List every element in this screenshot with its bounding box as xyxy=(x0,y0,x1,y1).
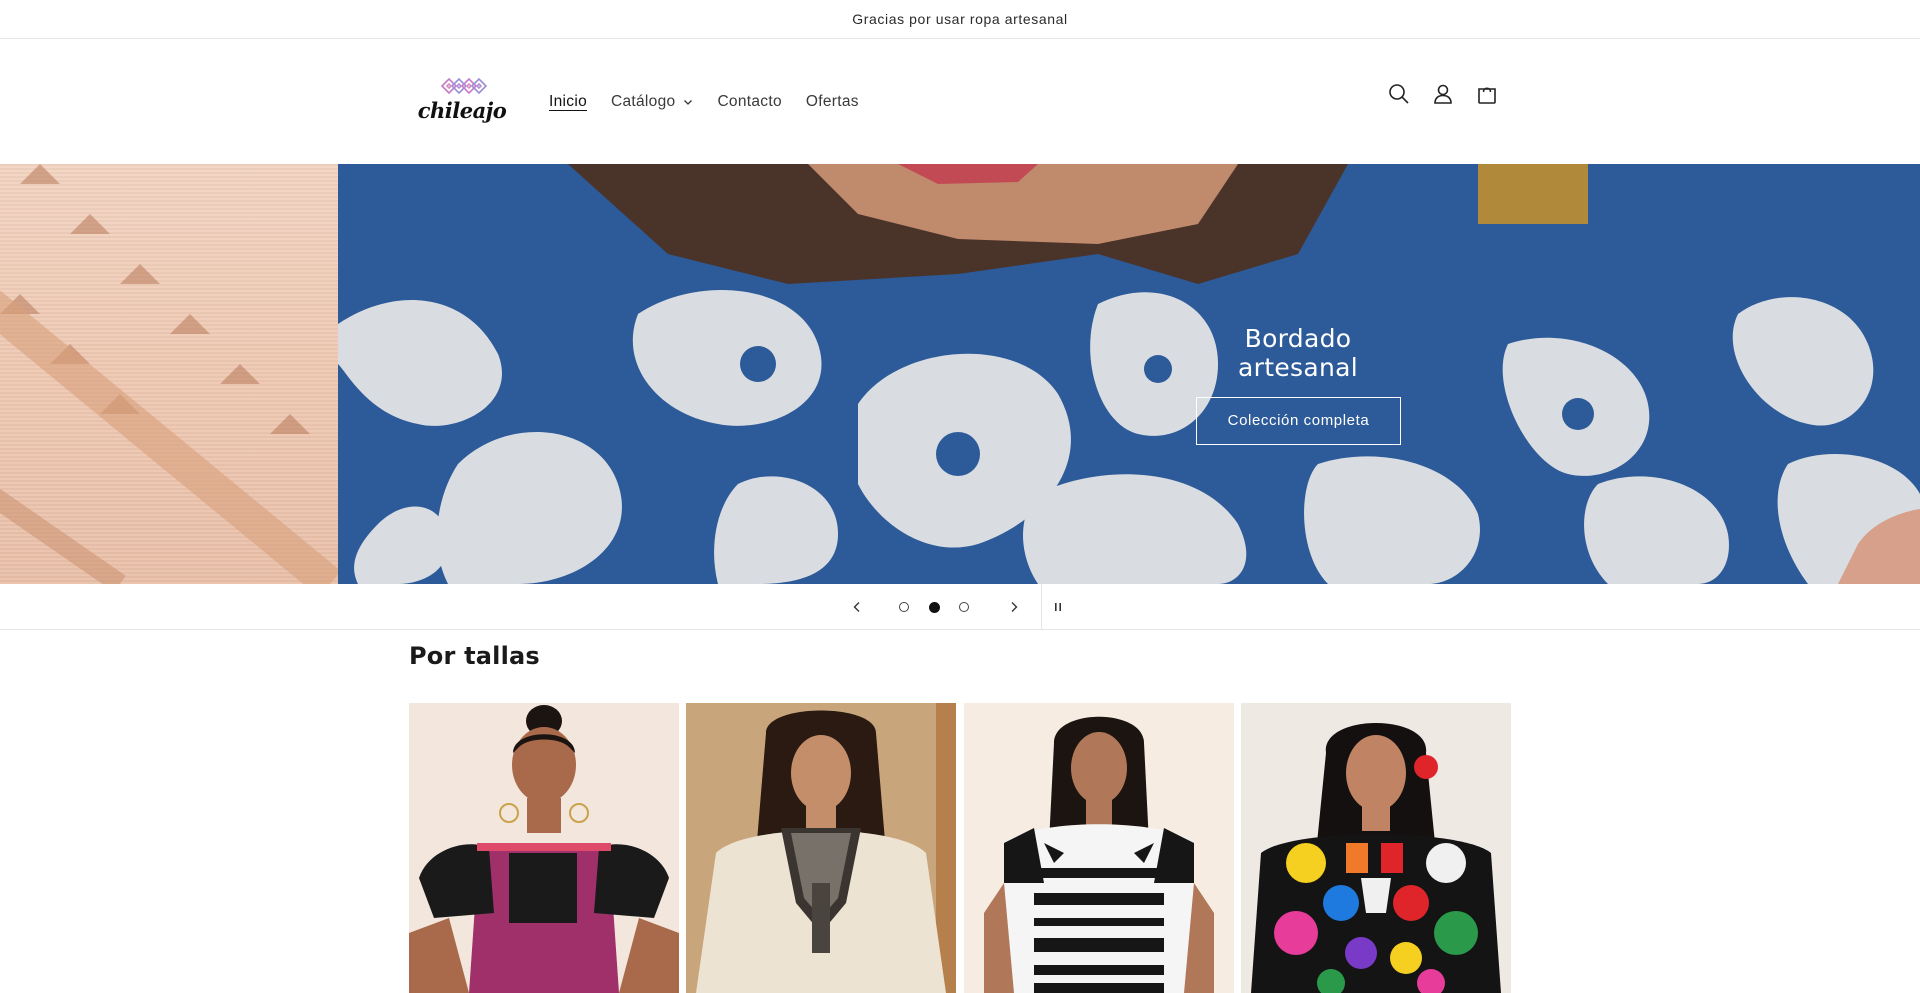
slider-dot-2[interactable] xyxy=(924,584,944,630)
hero-prev-slide-image xyxy=(0,164,341,584)
size-collection-grid xyxy=(409,703,1511,993)
nav-item-contacto[interactable]: Contacto xyxy=(717,93,781,111)
hero-title: Bordado artesanal xyxy=(1238,324,1358,382)
slider-pause-button[interactable] xyxy=(1046,584,1070,630)
slider-dot-3[interactable] xyxy=(954,584,974,630)
chevron-down-icon xyxy=(684,99,693,105)
account-icon[interactable] xyxy=(1428,79,1458,109)
nav-item-inicio[interactable]: Inicio xyxy=(549,93,587,111)
slider-dot-1[interactable] xyxy=(894,584,914,630)
nav-item-catalogo[interactable]: Catálogo xyxy=(611,93,693,111)
collection-card[interactable] xyxy=(1241,703,1511,993)
collection-card[interactable] xyxy=(409,703,679,993)
site-header: chileajo Inicio Catálogo Contacto Oferta… xyxy=(0,39,1920,164)
nav-item-catalogo-label: Catálogo xyxy=(610,92,676,110)
cart-icon[interactable] xyxy=(1472,79,1502,109)
slider-controls xyxy=(0,584,1920,630)
collection-card-image xyxy=(964,703,1234,993)
section-title: Por tallas xyxy=(409,642,540,670)
collection-card[interactable] xyxy=(964,703,1234,993)
slide-indicator-dot xyxy=(899,602,909,612)
search-icon[interactable] xyxy=(1384,79,1414,109)
collection-card-image xyxy=(409,703,679,993)
hero-active-slide-image xyxy=(338,164,1920,584)
main-nav: Inicio Catálogo Contacto Ofertas xyxy=(549,39,883,164)
hero-slideshow: Bordado artesanal Colección completa xyxy=(0,164,1920,584)
slider-prev-button[interactable] xyxy=(842,584,872,630)
slider-next-button[interactable] xyxy=(999,584,1029,630)
collection-card[interactable] xyxy=(686,703,956,993)
slide-indicator-dot-active xyxy=(928,601,940,613)
announcement-text: Gracias por usar ropa artesanal xyxy=(852,11,1068,27)
chevron-left-icon xyxy=(853,602,860,612)
hero-collection-button[interactable]: Colección completa xyxy=(1196,397,1401,445)
header-icons xyxy=(1384,79,1502,109)
collection-card-image xyxy=(1241,703,1511,993)
slider-divider xyxy=(1041,584,1042,630)
announcement-bar: Gracias por usar ropa artesanal xyxy=(0,0,1920,39)
logo[interactable]: chileajo xyxy=(416,72,508,132)
nav-item-ofertas[interactable]: Ofertas xyxy=(806,93,859,111)
hero-content: Bordado artesanal Colección completa xyxy=(1196,324,1401,445)
logo-wordmark: chileajo xyxy=(417,98,507,123)
chevron-right-icon xyxy=(1011,602,1018,612)
slide-indicator-dot xyxy=(959,602,969,612)
collection-card-image xyxy=(686,703,956,993)
pause-icon xyxy=(1055,603,1061,611)
